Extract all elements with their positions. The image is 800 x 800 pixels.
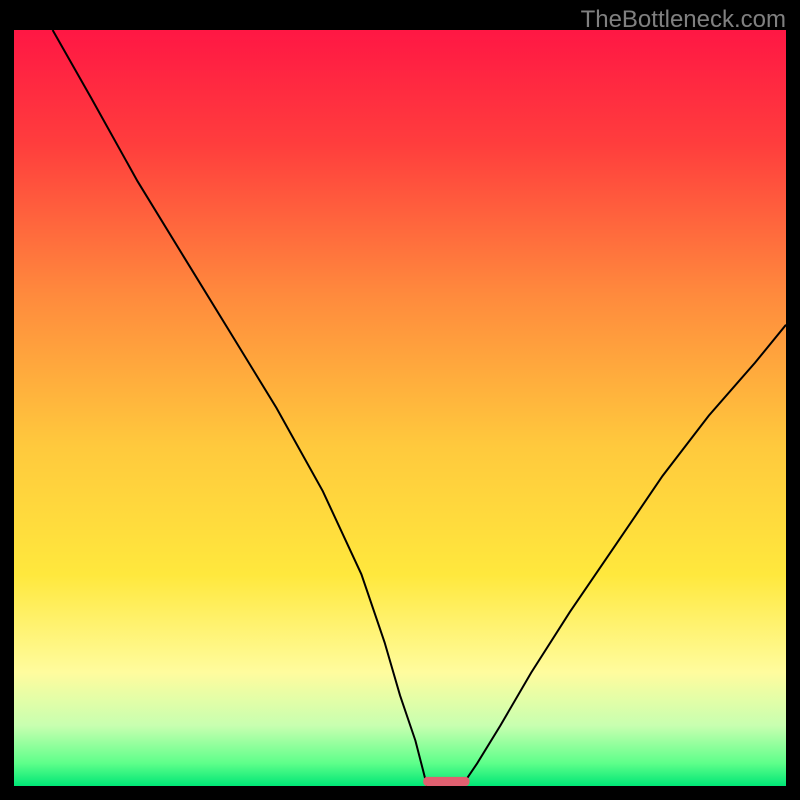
watermark-text: TheBottleneck.com [581,6,786,34]
plot-area [14,30,786,786]
gradient-background [14,30,786,786]
bottom-marker [423,777,469,786]
chart-svg [14,30,786,786]
